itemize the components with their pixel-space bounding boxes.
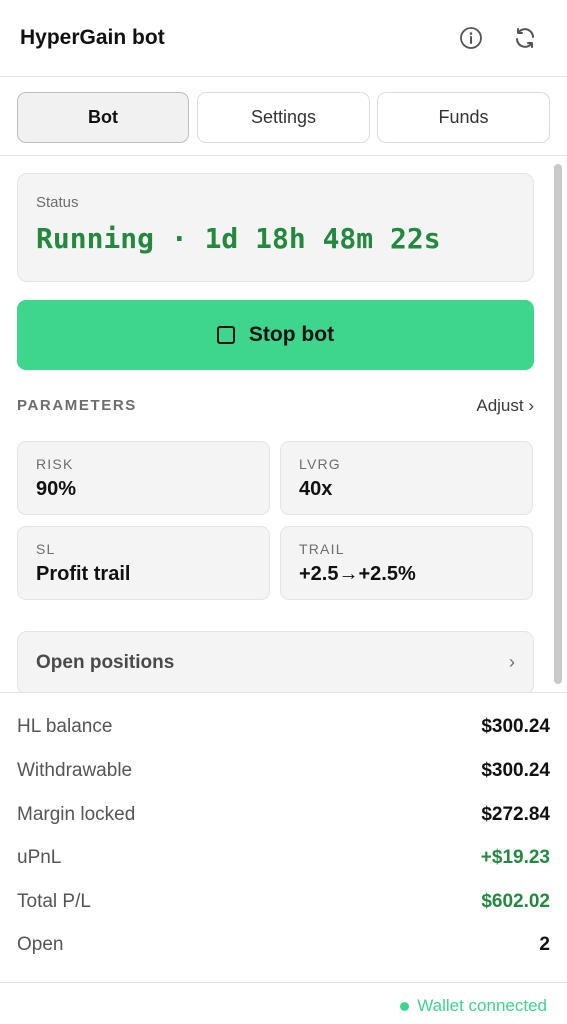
refresh-icon[interactable] (512, 25, 538, 51)
param-key: LVRG (299, 456, 341, 472)
tab-funds[interactable]: Funds (377, 92, 550, 143)
stop-bot-button[interactable]: Stop bot (17, 300, 534, 370)
status-card: Status Running · 1d 18h 48m 22s (17, 173, 534, 282)
status-value: Running · 1d 18h 48m 22s (36, 222, 441, 255)
summary-value: $300.24 (481, 716, 550, 737)
summary-row-hl-balance: HL balance $300.24 (17, 716, 550, 746)
summary-value: +$19.23 (480, 847, 550, 868)
param-value: +2.5→+2.5% (299, 563, 416, 585)
status-label: Status (36, 194, 79, 211)
param-stop-loss: SL Profit trail (17, 526, 270, 600)
open-positions-label: Open positions (36, 652, 175, 673)
summary-value: $272.84 (481, 804, 550, 825)
open-positions-button[interactable]: Open positions › (17, 631, 534, 692)
summary-label: HL balance (17, 716, 113, 737)
param-key: TRAIL (299, 541, 345, 557)
summary-label: Open (17, 934, 64, 955)
tab-settings[interactable]: Settings (197, 92, 370, 143)
param-value: 40x (299, 478, 333, 500)
bot-panel: Status Running · 1d 18h 48m 22s Stop bot… (0, 157, 567, 692)
param-risk: RISK 90% (17, 441, 270, 515)
parameters-heading: PARAMETERS (17, 397, 137, 414)
app-header: HyperGain bot (0, 0, 567, 77)
wallet-status-label: Wallet connected (417, 996, 547, 1015)
info-icon[interactable] (458, 25, 484, 51)
summary-label: Withdrawable (17, 760, 133, 781)
summary-value: $602.02 (481, 891, 550, 912)
param-key: RISK (36, 456, 74, 472)
summary-row-total-pl: Total P/L $602.02 (17, 891, 550, 921)
connected-dot-icon (400, 1001, 410, 1011)
stop-bot-label: Stop bot (248, 323, 335, 346)
summary-label: uPnL (17, 847, 62, 868)
summary-row-withdrawable: Withdrawable $300.24 (17, 760, 550, 790)
tab-bot[interactable]: Bot (17, 92, 189, 143)
param-value: 90% (36, 478, 77, 500)
scrollbar[interactable] (553, 160, 563, 690)
param-key: SL (36, 541, 56, 557)
summary-row-open: Open 2 (17, 934, 550, 964)
scrollbar-thumb[interactable] (554, 164, 562, 684)
stop-square-icon (216, 326, 235, 344)
summary-row-margin-locked: Margin locked $272.84 (17, 804, 550, 834)
account-summary: HL balance $300.24 Withdrawable $300.24 … (0, 692, 567, 982)
footer-bar: Wallet connected (0, 982, 567, 1024)
wallet-status: Wallet connected (400, 996, 547, 1016)
app-title: HyperGain bot (20, 26, 165, 49)
summary-label: Total P/L (17, 891, 91, 912)
tab-bar: Bot Settings Funds (0, 78, 567, 156)
param-trail: TRAIL +2.5→+2.5% (280, 526, 533, 600)
summary-row-upnl: uPnL +$19.23 (17, 847, 550, 877)
adjust-link[interactable]: Adjust › (476, 396, 534, 416)
summary-label: Margin locked (17, 804, 136, 825)
summary-value: 2 (539, 934, 550, 955)
param-leverage: LVRG 40x (280, 441, 533, 515)
summary-value: $300.24 (481, 760, 550, 781)
chevron-right-icon: › (509, 652, 515, 672)
param-value: Profit trail (36, 563, 131, 585)
